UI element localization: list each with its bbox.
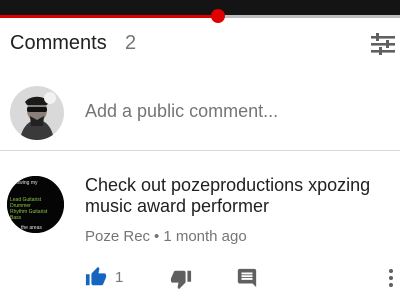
comments-count: 2 [125, 32, 137, 54]
comments-screen: Comments 2 Add a public comment... follo… [0, 0, 400, 300]
comment-actions: 1 [0, 264, 400, 292]
more-vertical-icon[interactable] [386, 267, 396, 289]
like-count: 1 [115, 269, 124, 286]
thumbs-up-icon[interactable] [85, 266, 107, 288]
comment-meta: Poze Rec • 1 month ago [85, 228, 247, 245]
comment-item: following my Lead Guitarist Drummer Rhyt… [0, 151, 400, 300]
current-user-avatar[interactable] [10, 86, 64, 140]
reply-comment-icon[interactable] [236, 267, 258, 289]
avatar-line-6: the areas [21, 225, 42, 231]
comments-header: Comments 2 [0, 18, 400, 70]
thumbs-down-icon[interactable] [170, 268, 192, 290]
add-comment-row [0, 70, 400, 150]
avatar-line-5: Bass [10, 215, 22, 221]
add-public-comment-input[interactable] [85, 101, 385, 122]
sort-filter-icon[interactable] [370, 32, 396, 56]
comment-text: Check out pozeproductions xpozing music … [85, 175, 371, 216]
comment-author-name[interactable]: Poze Rec [85, 228, 150, 245]
comment-timestamp: 1 month ago [163, 228, 247, 245]
comment-author-avatar[interactable]: following my Lead Guitarist Drummer Rhyt… [7, 176, 64, 233]
meta-separator: • [154, 228, 160, 245]
comments-title: Comments [10, 32, 107, 54]
avatar-line-1: following my [10, 180, 38, 186]
